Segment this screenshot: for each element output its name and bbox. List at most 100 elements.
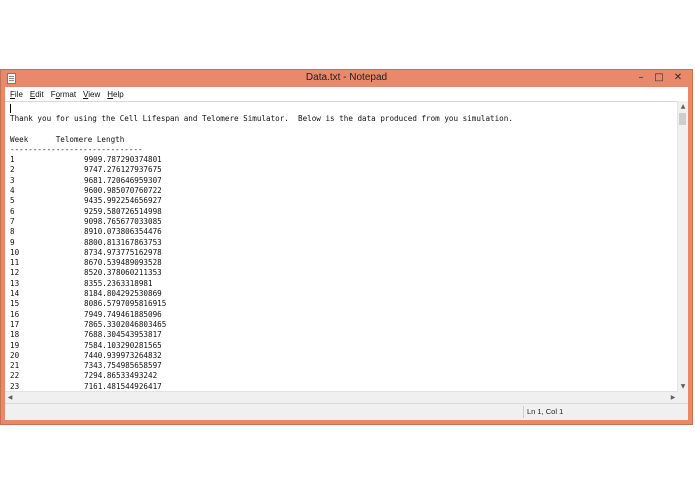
data-row: 17 7865.3302046803465 — [10, 320, 513, 330]
vertical-scroll-thumb[interactable] — [679, 113, 686, 125]
menu-format-label: rmat — [60, 89, 77, 99]
telomere-length-value: 7440.939973264832 — [84, 350, 162, 360]
data-row: 2 9747.276127937675 — [10, 165, 513, 175]
data-rows: 1 9909.787290374801 2 9747.276127937675 3 968… — [10, 155, 513, 392]
text-editor[interactable]: Thank you for using the Cell Lifespan an… — [5, 101, 678, 392]
maximize-button[interactable]: □ — [650, 70, 668, 85]
menu-view-label: iew — [88, 89, 101, 99]
week-value: 21 — [10, 361, 20, 371]
data-row: 1 9909.787290374801 — [10, 155, 513, 165]
cursor-position: Ln 1, Col 1 — [527, 407, 564, 416]
menu-format[interactable]: Format — [48, 90, 80, 99]
telomere-length-value: 9259.580726514998 — [84, 206, 162, 216]
week-value: 1 — [10, 155, 15, 165]
menu-view[interactable]: View — [80, 90, 104, 99]
telomere-length-value: 8520.378060211353 — [84, 268, 162, 278]
week-value: 9 — [10, 237, 15, 247]
maximize-icon: □ — [654, 72, 664, 83]
data-row: 13 8355.2363318981 — [10, 279, 513, 289]
telomere-length-value: 7949.749461885096 — [84, 309, 162, 319]
telomere-length-value: 9909.787290374801 — [84, 155, 162, 165]
data-row: 10 8734.973775162978 — [10, 248, 513, 258]
week-value: 5 — [10, 196, 15, 206]
menu-edit[interactable]: Edit — [27, 90, 48, 99]
telomere-length-value: 8670.539489093528 — [84, 258, 162, 268]
menu-help[interactable]: Help — [104, 90, 127, 99]
menu-file[interactable]: File — [7, 90, 27, 99]
intro-line: Thank you for using the Cell Lifespan an… — [10, 114, 513, 123]
close-icon: ✕ — [673, 72, 683, 83]
week-value: 13 — [10, 278, 20, 288]
week-value: 17 — [10, 319, 20, 329]
telomere-length-value: 9747.276127937675 — [84, 165, 162, 175]
telomere-length-value: 9435.992254656927 — [84, 196, 162, 206]
arrow-down-icon: ▼ — [680, 383, 686, 390]
data-row: 18 7688.304543953817 — [10, 330, 513, 340]
window-title: Data.txt - Notepad — [305, 72, 388, 83]
data-row: 20 7440.939973264832 — [10, 351, 513, 361]
minimize-button[interactable]: – — [632, 70, 650, 85]
scroll-down-button[interactable]: ▼ — [678, 381, 688, 392]
week-value: 4 — [10, 186, 15, 196]
week-value: 2 — [10, 165, 15, 175]
telomere-length-value: 7688.304543953817 — [84, 330, 162, 340]
document-text[interactable]: Thank you for using the Cell Lifespan an… — [10, 114, 513, 392]
week-value: 22 — [10, 371, 20, 381]
telomere-length-value: 8355.2363318981 — [84, 278, 153, 288]
menu-help-label: elp — [113, 89, 124, 99]
week-value: 6 — [10, 206, 15, 216]
week-value: 18 — [10, 330, 20, 340]
telomere-length-value: 8734.973775162978 — [84, 247, 162, 257]
close-button[interactable]: ✕ — [668, 70, 688, 85]
week-value: 12 — [10, 268, 20, 278]
telomere-length-value: 9600.985070760722 — [84, 186, 162, 196]
arrow-left-icon: ◀ — [7, 394, 13, 401]
telomere-length-value: 7865.3302046803465 — [84, 319, 167, 329]
data-row: 22 7294.86533493242 — [10, 371, 513, 381]
data-row: 3 9681.720646959307 — [10, 176, 513, 186]
data-row: 15 8086.5797095816915 — [10, 299, 513, 309]
separator-line: ----------------------------- — [10, 144, 143, 154]
data-row: 5 9435.992254656927 — [10, 196, 513, 206]
column-header-line: Week Telomere Length — [10, 134, 125, 144]
scroll-up-button[interactable]: ▲ — [678, 101, 688, 112]
data-row: 7 9098.765677033085 — [10, 217, 513, 227]
telomere-length-value: 9681.720646959307 — [84, 175, 162, 185]
telomere-length-value: 8086.5797095816915 — [84, 299, 167, 309]
week-value: 8 — [10, 227, 15, 237]
telomere-length-value: 7294.86533493242 — [84, 371, 158, 381]
data-row: 14 8184.804292530869 — [10, 289, 513, 299]
window-controls: – □ ✕ — [632, 70, 688, 87]
text-caret — [10, 104, 11, 113]
week-value: 16 — [10, 309, 20, 319]
data-row: 12 8520.378060211353 — [10, 268, 513, 278]
week-value: 7 — [10, 216, 15, 226]
telomere-length-value: 9098.765677033085 — [84, 216, 162, 226]
vertical-scrollbar[interactable]: ▲ ▼ — [677, 101, 688, 392]
menu-edit-label: dit — [35, 89, 44, 99]
week-value: 19 — [10, 340, 20, 350]
data-row: 4 9600.985070760722 — [10, 186, 513, 196]
notepad-window: Data.txt - Notepad – □ ✕ File Edit Forma… — [0, 69, 693, 425]
data-row: 8 8910.073806354476 — [10, 227, 513, 237]
minimize-icon: – — [638, 72, 644, 83]
telomere-length-value: 8800.813167863753 — [84, 237, 162, 247]
telomere-length-value: 7584.103290281565 — [84, 340, 162, 350]
telomere-length-value: 8910.073806354476 — [84, 227, 162, 237]
week-value: 15 — [10, 299, 20, 309]
title-bar[interactable]: Data.txt - Notepad – □ ✕ — [1, 70, 692, 87]
data-row: 6 9259.580726514998 — [10, 207, 513, 217]
telomere-length-value: 7161.481544926417 — [84, 381, 162, 391]
week-value: 3 — [10, 175, 15, 185]
arrow-right-icon: ▶ — [670, 394, 676, 401]
data-row: 16 7949.749461885096 — [10, 310, 513, 320]
status-bar: Ln 1, Col 1 — [5, 403, 688, 420]
week-value: 10 — [10, 247, 20, 257]
telomere-length-value: 8184.804292530869 — [84, 289, 162, 299]
data-row: 19 7584.103290281565 — [10, 341, 513, 351]
arrow-up-icon: ▲ — [680, 103, 686, 110]
data-row: 21 7343.754985658597 — [10, 361, 513, 371]
data-row: 9 8800.813167863753 — [10, 238, 513, 248]
telomere-length-value: 7343.754985658597 — [84, 361, 162, 371]
